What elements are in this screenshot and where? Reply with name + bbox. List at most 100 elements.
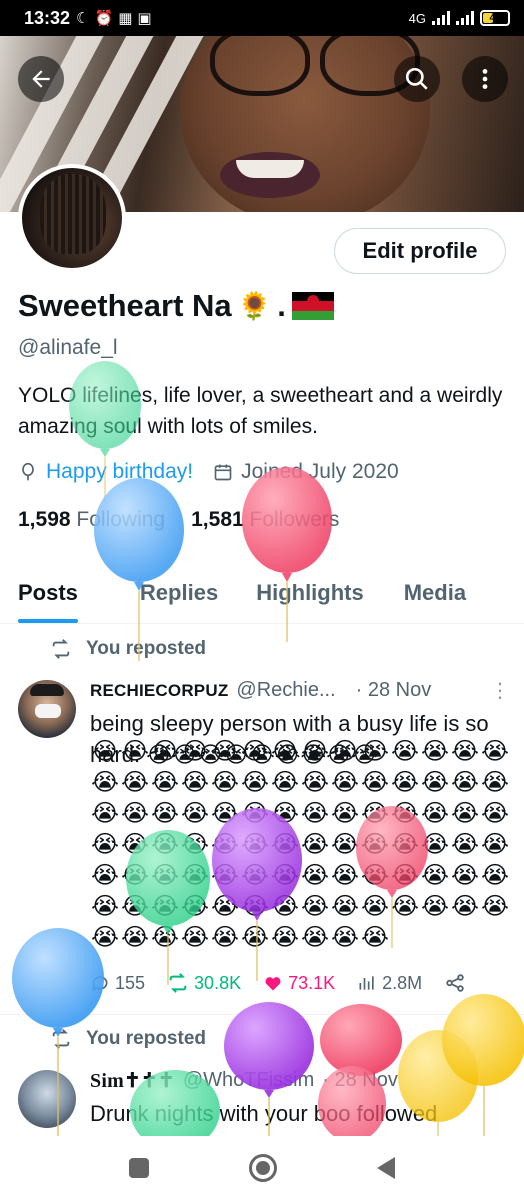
crying-emoji: 😭 — [270, 831, 300, 858]
post-author-avatar[interactable] — [18, 680, 76, 738]
recent-apps-button[interactable] — [129, 1158, 149, 1178]
share-button[interactable] — [444, 972, 466, 994]
back-nav-button[interactable] — [377, 1157, 395, 1179]
crying-emoji: 😭 — [480, 862, 510, 889]
crying-emoji: 😭 — [240, 924, 270, 951]
edit-profile-button[interactable]: Edit profile — [334, 228, 506, 274]
crying-emoji: 😭 — [300, 862, 330, 889]
post-header: RECHIECORPUZ @Rechie... · 28 Nov ⋮ — [90, 678, 510, 703]
crying-emoji: 😭 — [150, 800, 180, 827]
joined-date: Joined July 2020 — [241, 460, 399, 483]
post-time-2[interactable]: · 28 Nov — [322, 1069, 398, 1092]
crying-emoji: 😭 — [150, 862, 180, 889]
tab-replies[interactable]: Replies — [96, 562, 236, 623]
crying-emoji: 😭 — [150, 769, 180, 796]
crying-emoji: 😭 — [210, 800, 240, 827]
profile-tabs: Posts Replies Highlights Media — [0, 562, 524, 624]
crying-emoji: 😭 — [270, 893, 300, 920]
crying-emoji: 😭 — [180, 738, 210, 765]
crying-emoji: 😭 — [360, 738, 390, 765]
malawi-flag-icon — [291, 292, 334, 320]
post-author-handle[interactable]: @Rechie... — [236, 679, 335, 702]
post-author-handle-2[interactable]: @WhoTFissim — [183, 1069, 314, 1092]
crying-emoji: 😭 — [180, 800, 210, 827]
crying-emoji: 😭 — [420, 738, 450, 765]
following-link[interactable]: 1,598 Following — [18, 508, 165, 532]
repost-icon — [52, 1029, 70, 1049]
crying-emoji: 😭 — [210, 831, 240, 858]
post-actions: 155 30.8K 73.1K 2.8M — [90, 972, 510, 994]
crying-emoji: 😭 — [120, 769, 150, 796]
reply-icon — [92, 976, 108, 992]
crying-emoji: 😭 — [360, 800, 390, 827]
profile-meta: Happy birthday! Joined July 2020 — [18, 460, 399, 484]
search-button[interactable] — [394, 56, 440, 102]
birthday-link[interactable]: Happy birthday! — [46, 460, 193, 484]
crying-emoji: 😭 — [390, 831, 420, 858]
profile-bio: YOLO lifelines, life lover, a sweetheart… — [18, 384, 503, 438]
crying-emoji: 😭 — [120, 893, 150, 920]
lock-icon: ▣ — [137, 10, 152, 27]
search-icon — [405, 67, 428, 90]
post-time[interactable]: · 28 Nov — [356, 679, 432, 702]
reply-button[interactable]: 155 — [90, 973, 145, 994]
profile-avatar[interactable] — [18, 164, 126, 272]
crying-emoji: 😭 — [330, 800, 360, 827]
system-nav-bar — [0, 1136, 524, 1200]
emoji-spacer — [450, 923, 480, 953]
crying-emoji: 😭 — [150, 924, 180, 951]
crying-emoji: 😭 — [300, 924, 330, 951]
crying-emoji: 😭 — [180, 924, 210, 951]
back-button[interactable] — [18, 56, 64, 102]
status-time: 13:32 — [24, 7, 71, 28]
post-author-name[interactable]: RECHIECORPUZ — [90, 681, 228, 701]
post-author-avatar-2[interactable] — [18, 1070, 76, 1128]
crying-emoji: 😭 — [300, 831, 330, 858]
like-count: 73.1K — [288, 972, 336, 993]
like-button[interactable]: 73.1K — [263, 973, 335, 994]
tab-posts[interactable]: Posts — [0, 562, 96, 623]
tab-media[interactable]: Media — [382, 562, 484, 623]
crying-emoji: 😭 — [360, 893, 390, 920]
heart-icon — [265, 977, 281, 991]
repost-action-icon — [169, 973, 187, 993]
crying-emoji: 😭 — [180, 893, 210, 920]
post-header-2: Sim✝✝✝ @WhoTFissim · 28 Nov — [90, 1068, 510, 1093]
repost-count: 30.8K — [194, 972, 242, 993]
more-vertical-icon — [482, 69, 488, 89]
crying-emoji: 😭 — [390, 738, 420, 765]
crying-emoji: 😭 — [360, 862, 390, 889]
emoji-spacer — [420, 923, 450, 953]
calendar-icon — [214, 464, 232, 481]
crying-emoji: 😭 — [330, 738, 360, 765]
crying-emoji: 😭 — [390, 862, 420, 889]
repost-button[interactable]: 30.8K — [167, 972, 241, 994]
views-button[interactable]: 2.8M — [357, 973, 422, 994]
signal-icon-2 — [456, 11, 474, 25]
crying-emoji: 😭 — [330, 893, 360, 920]
crying-emoji: 😭 — [120, 862, 150, 889]
display-name-text: Sweetheart Na — [18, 288, 232, 323]
post-more-icon[interactable]: ⋮ — [490, 678, 510, 703]
crying-emoji: 😭 — [450, 800, 480, 827]
follow-counts: 1,598 Following 1,581 Followers — [18, 508, 339, 532]
crying-emoji: 😭 — [420, 862, 450, 889]
crying-emoji: 😭 — [120, 831, 150, 858]
crying-emoji: 😭 — [270, 924, 300, 951]
tab-highlights[interactable]: Highlights — [236, 562, 382, 623]
birthday-balloon-icon — [22, 462, 34, 481]
followers-link[interactable]: 1,581 Followers — [191, 508, 339, 532]
more-button[interactable] — [462, 56, 508, 102]
crying-emoji: 😭 — [120, 800, 150, 827]
crying-emoji: 😭 — [300, 769, 330, 796]
home-button[interactable] — [249, 1154, 277, 1182]
alarm-icon: ⏰ — [94, 10, 114, 27]
crying-emoji: 😭 — [210, 738, 240, 765]
repost-indicator: You reposted — [50, 638, 206, 660]
crying-emoji: 😭 — [300, 800, 330, 827]
crying-emoji: 😭 — [450, 769, 480, 796]
crying-emoji: 😭 — [240, 831, 270, 858]
crying-emoji: 😭 — [480, 831, 510, 858]
crying-emoji: 😭 — [360, 831, 390, 858]
post-author-name-2[interactable]: Sim✝✝✝ — [90, 1068, 175, 1093]
